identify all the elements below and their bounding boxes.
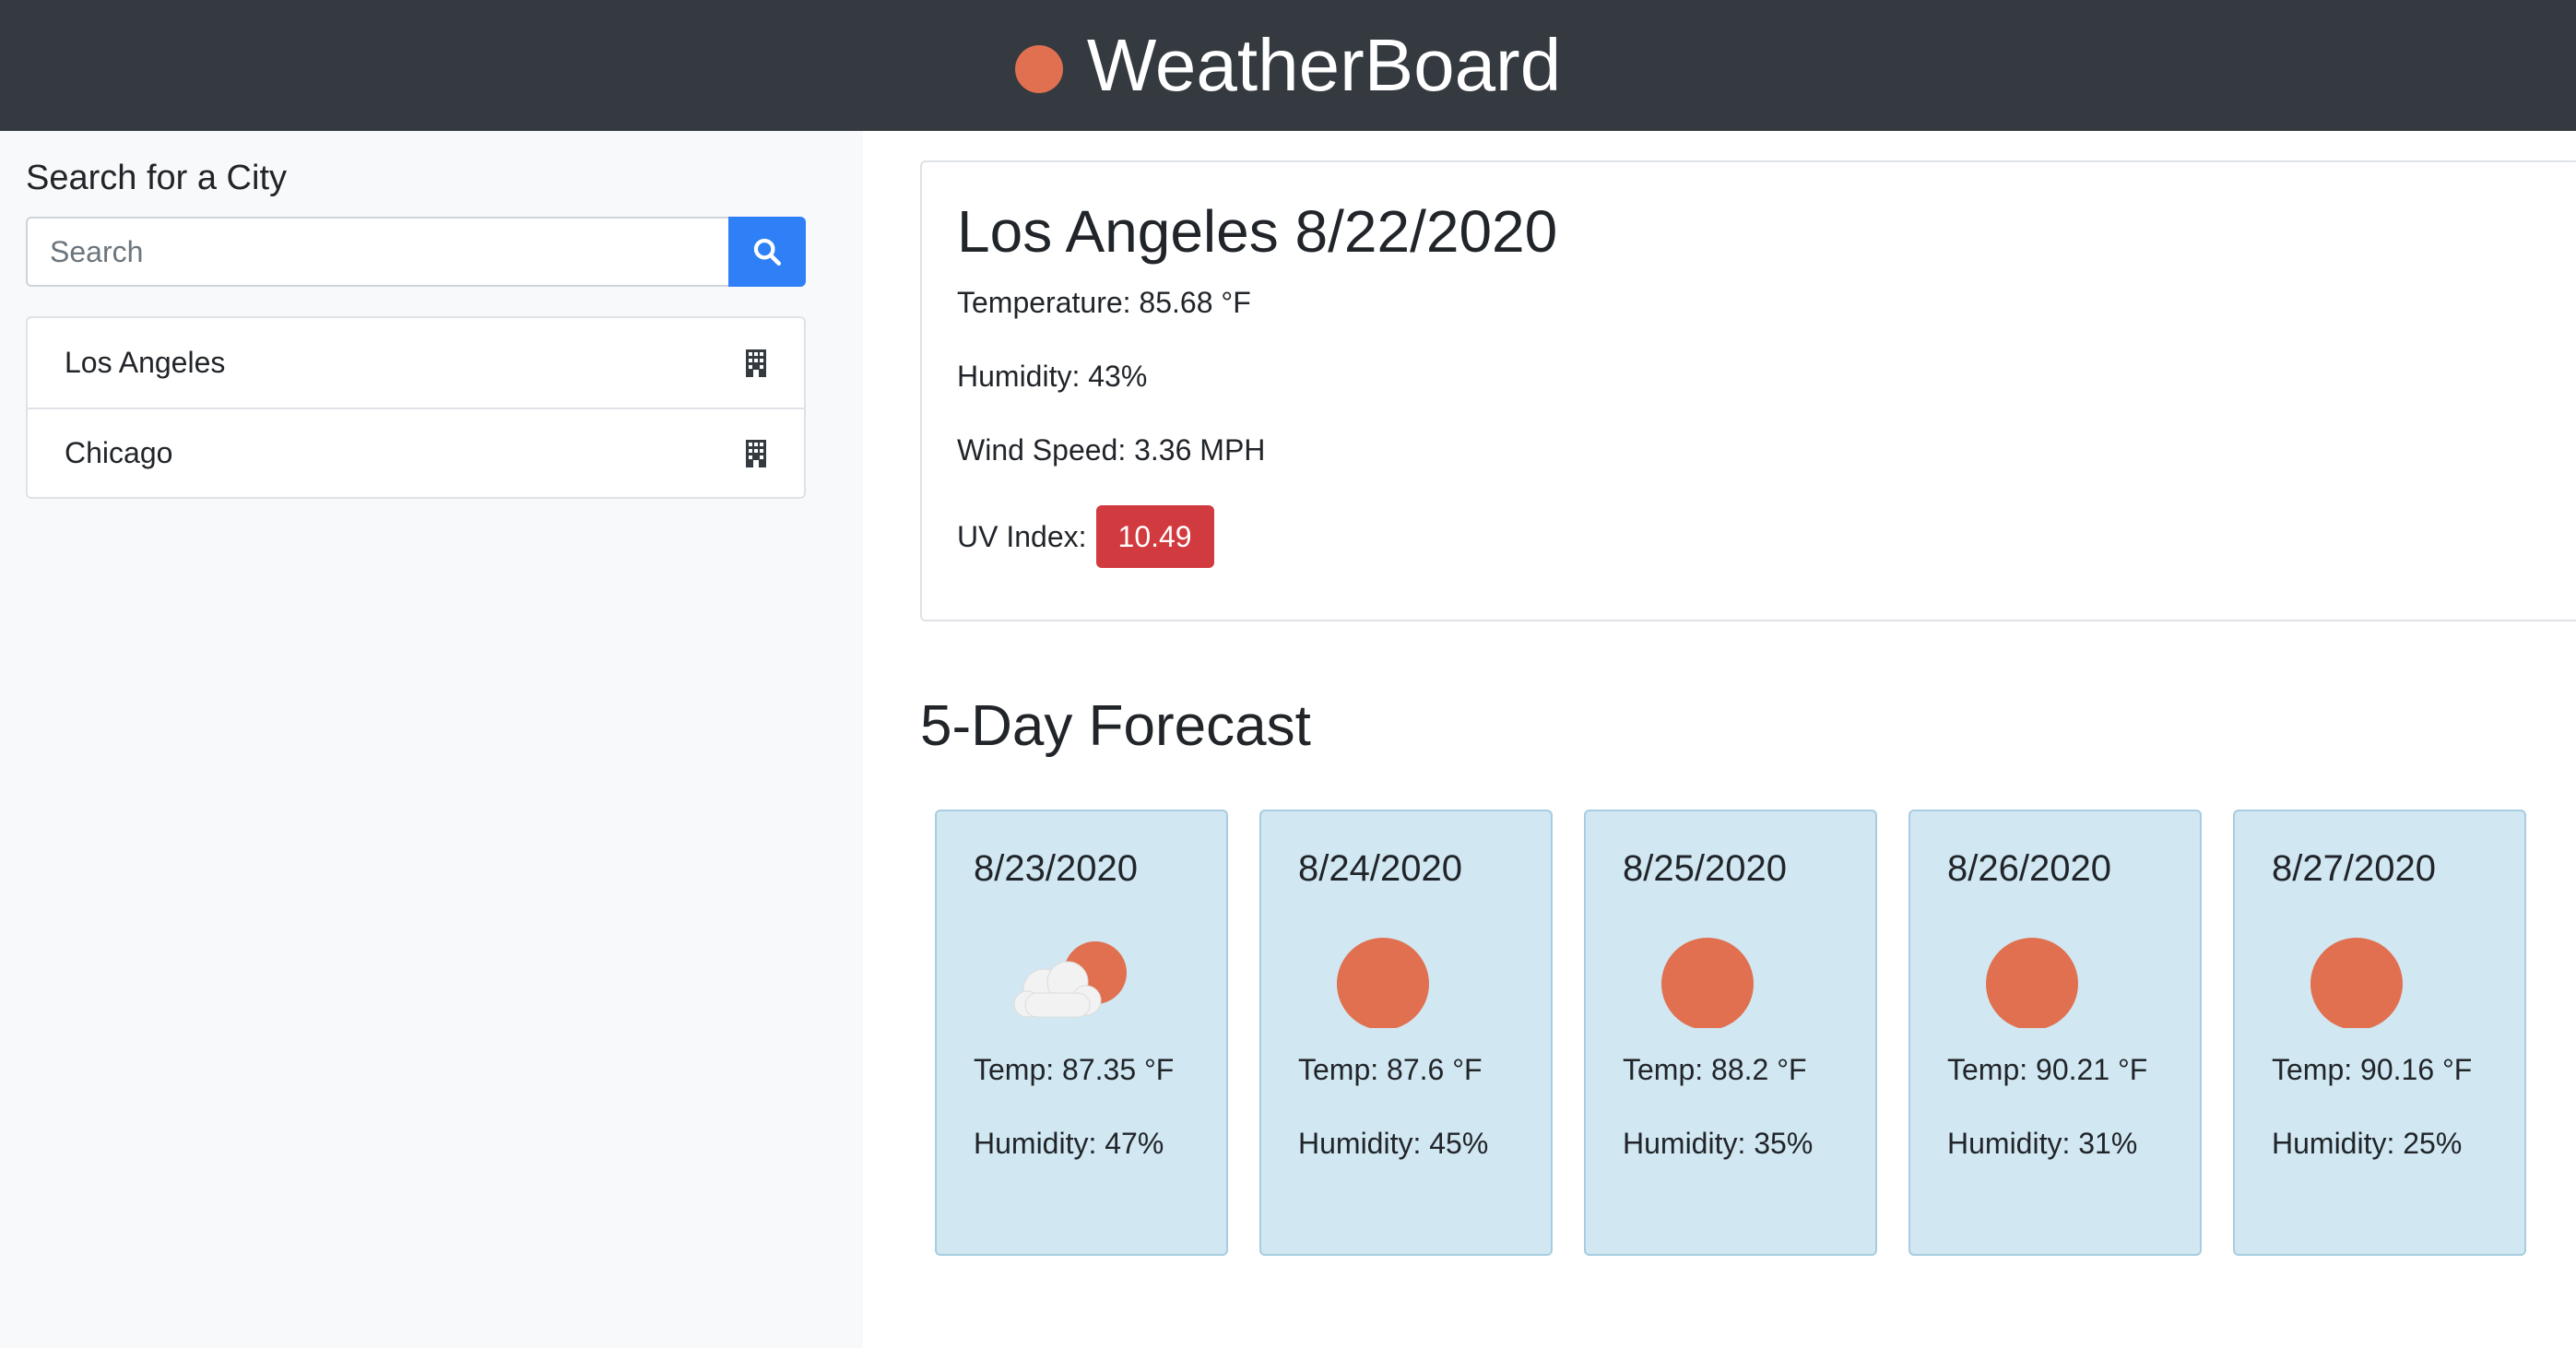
search-icon	[753, 238, 782, 266]
forecast-title: 5-Day Forecast	[920, 694, 1311, 758]
forecast-date: 8/26/2020	[1947, 848, 2111, 889]
forecast-date: 8/27/2020	[2272, 848, 2436, 889]
uv-index-label: UV Index:	[957, 519, 1087, 553]
forecast-card: 8/25/2020 Temp: 88.2 °F Humidity: 35%	[1584, 810, 1877, 1256]
search-group	[26, 217, 806, 287]
sun-icon	[2310, 938, 2403, 1028]
current-temperature: Temperature: 85.68 °F	[957, 286, 1251, 320]
forecast-temp: Temp: 90.21 °F	[1947, 1053, 2148, 1086]
current-city-heading: Los Angeles 8/22/2020	[957, 198, 1558, 265]
forecast-temp: Temp: 87.6 °F	[1298, 1053, 1483, 1086]
forecast-card: 8/23/2020 Temp: 87.35 °F Humidity: 47%	[935, 810, 1228, 1256]
top-navbar: WeatherBoard	[0, 0, 2576, 131]
forecast-temp: Temp: 88.2 °F	[1623, 1053, 1807, 1086]
city-name: Chicago	[65, 436, 173, 469]
city-item-chicago[interactable]: Chicago	[28, 408, 804, 497]
sun-icon	[1337, 938, 1429, 1028]
forecast-humidity: Humidity: 31%	[1947, 1127, 2138, 1160]
forecast-humidity: Humidity: 25%	[2272, 1127, 2463, 1160]
forecast-card: 8/27/2020 Temp: 90.16 °F Humidity: 25%	[2233, 810, 2526, 1256]
city-item-los-angeles[interactable]: Los Angeles	[28, 318, 804, 408]
forecast-date: 8/25/2020	[1623, 848, 1787, 889]
forecast-card: 8/24/2020 Temp: 87.6 °F Humidity: 45%	[1259, 810, 1553, 1256]
forecast-humidity: Humidity: 35%	[1623, 1127, 1814, 1160]
uv-index-row: UV Index: 10.49	[957, 505, 2543, 569]
sidebar: Search for a City Los Angeles Chicago	[0, 131, 863, 1348]
app-title: WeatherBoard	[1086, 24, 1562, 106]
sidebar-title: Search for a City	[26, 159, 287, 197]
partly-cloudy-icon	[1013, 941, 1127, 1018]
forecast-date: 8/23/2020	[974, 848, 1138, 889]
sun-icon	[1014, 45, 1063, 93]
sun-icon	[1661, 938, 1754, 1028]
forecast-humidity: Humidity: 45%	[1298, 1127, 1489, 1160]
search-button[interactable]	[728, 217, 806, 287]
building-icon	[746, 439, 766, 467]
current-wind-speed: Wind Speed: 3.36 MPH	[957, 433, 1266, 467]
city-name: Los Angeles	[65, 346, 226, 379]
current-weather-card: Los Angeles 8/22/2020 Temperature: 85.68…	[920, 160, 2576, 621]
forecast-temp: Temp: 87.35 °F	[974, 1053, 1175, 1086]
main-content: Los Angeles 8/22/2020 Temperature: 85.68…	[863, 131, 2576, 1348]
city-history-list: Los Angeles Chicago	[26, 316, 806, 499]
forecast-temp: Temp: 90.16 °F	[2272, 1053, 2473, 1086]
uv-index-badge: 10.49	[1095, 505, 1214, 569]
forecast-card: 8/26/2020 Temp: 90.21 °F Humidity: 31%	[1908, 810, 2202, 1256]
search-input[interactable]	[26, 217, 728, 287]
forecast-date: 8/24/2020	[1298, 848, 1462, 889]
sun-icon	[1986, 938, 2078, 1028]
brand[interactable]: WeatherBoard	[1014, 23, 1562, 108]
current-humidity: Humidity: 43%	[957, 360, 1148, 394]
building-icon	[746, 349, 766, 377]
forecast-row: 8/23/2020 Temp: 87.35 °F Humidity: 47% 8…	[935, 810, 2526, 1256]
forecast-humidity: Humidity: 47%	[974, 1127, 1164, 1160]
